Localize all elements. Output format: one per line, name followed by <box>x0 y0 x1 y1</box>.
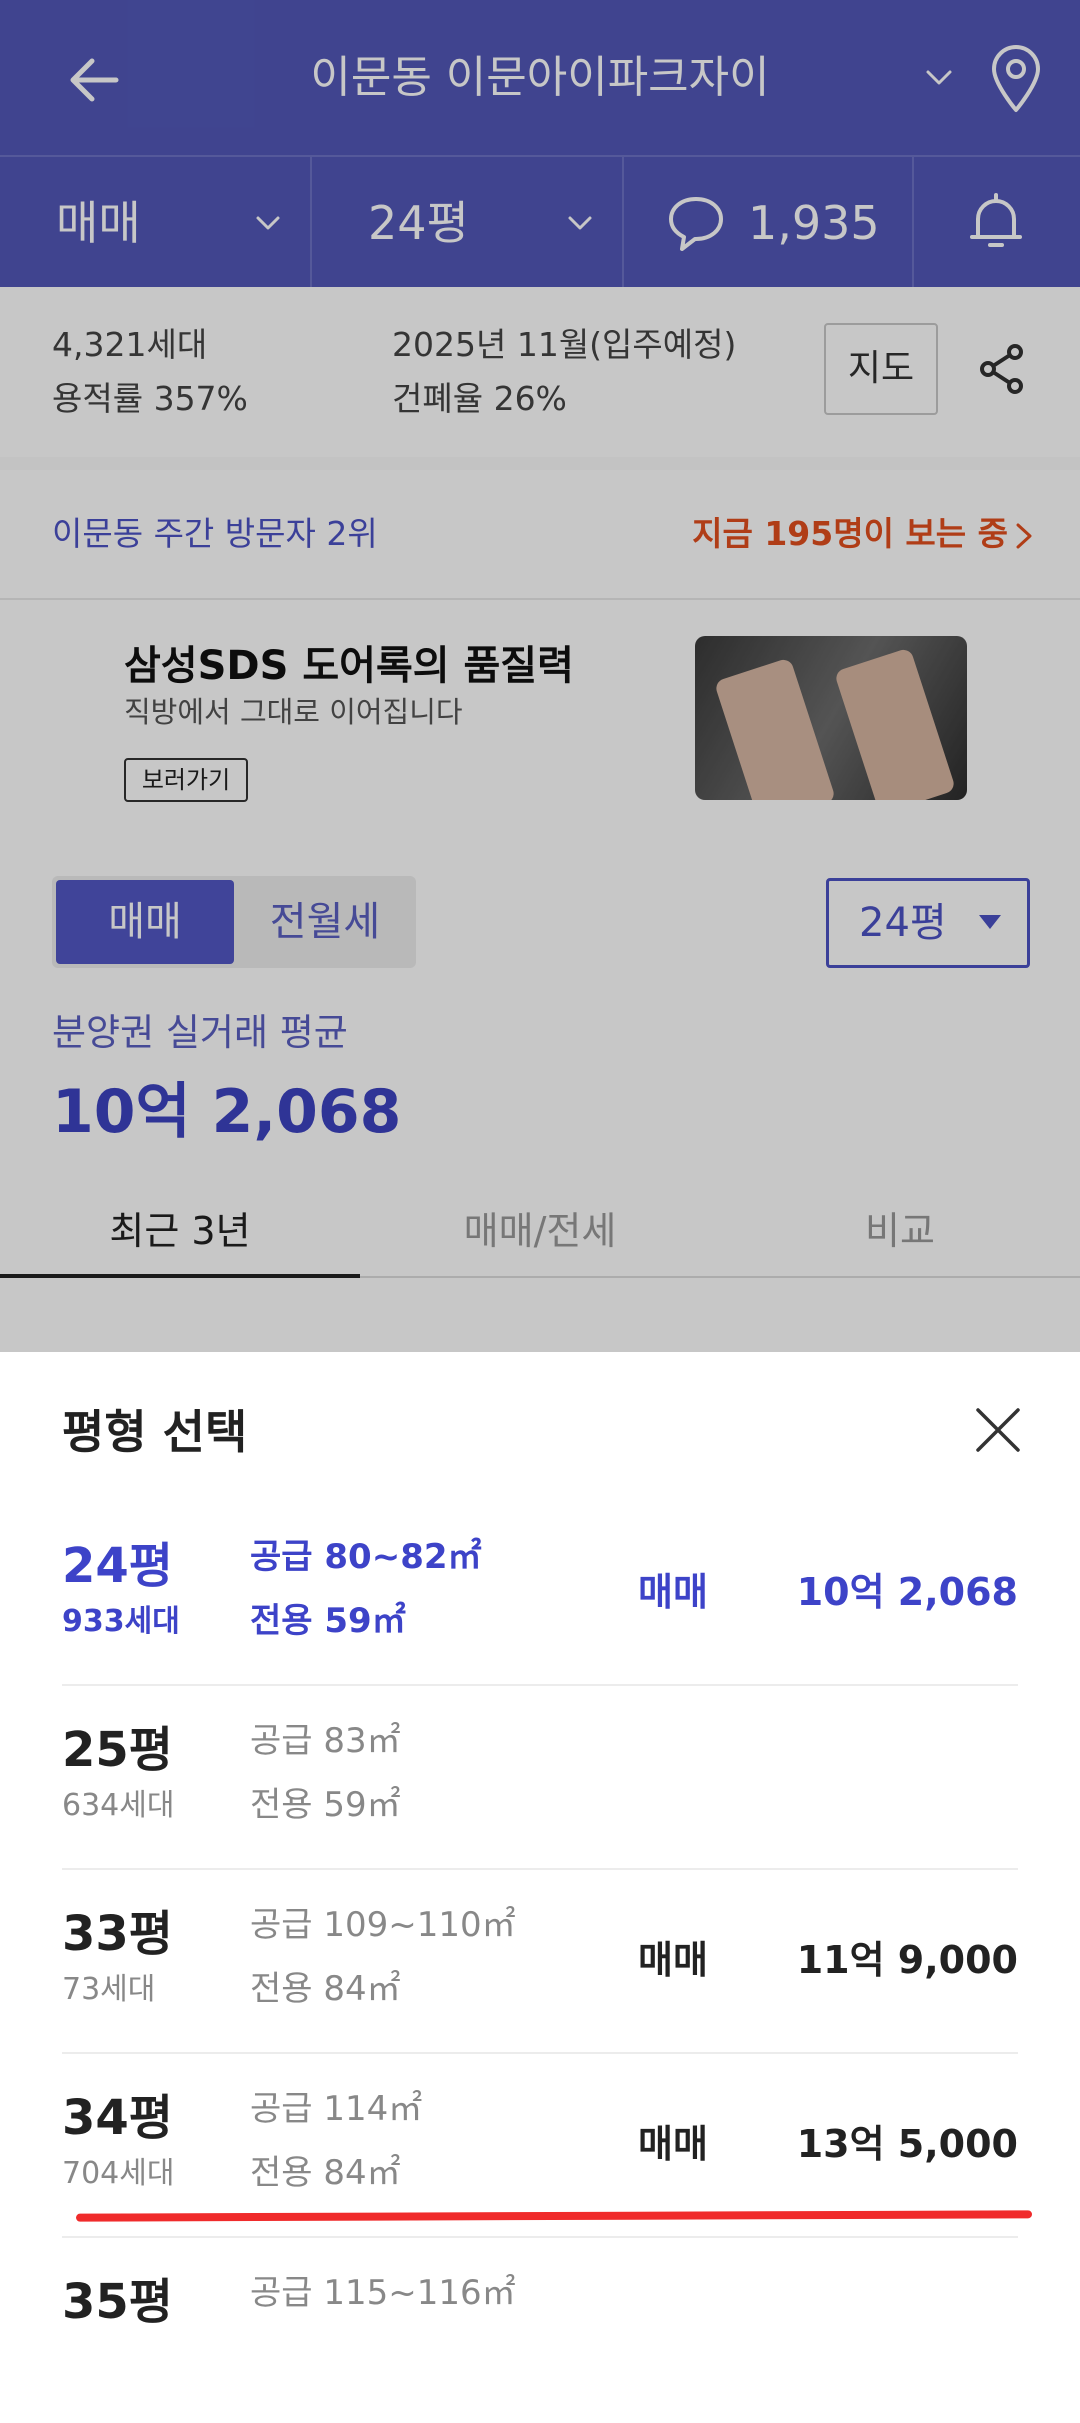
row-pyeong: 34평 <box>62 2090 173 2146</box>
size-row-24[interactable]: 24평 933세대 공급 80~82㎡ 전용 59㎡ 매매 10억 2,068 <box>62 1502 1018 1686</box>
size-row-33[interactable]: 33평 73세대 공급 109~110㎡ 전용 84㎡ 매매 11억 9,000 <box>62 1870 1018 2054</box>
size-list: 24평 933세대 공급 80~82㎡ 전용 59㎡ 매매 10억 2,068 … <box>62 1502 1018 2422</box>
row-supply-area: 공급 80~82㎡ <box>250 1537 482 1577</box>
row-exclusive-area: 전용 84㎡ <box>250 1969 401 2009</box>
apartment-detail-page: 이문동 이문아이파크자이 매매 24평 1,935 4,321세대 용적률 35… <box>0 0 1080 1352</box>
row-pyeong: 24평 <box>62 1538 173 1594</box>
row-households: 704세대 <box>62 2156 175 2191</box>
row-households: 73세대 <box>62 1972 156 2007</box>
row-trade-type: 매매 <box>638 2122 708 2166</box>
row-exclusive-area: 전용 59㎡ <box>250 1785 401 1825</box>
row-supply-area: 공급 109~110㎡ <box>250 1905 516 1945</box>
row-supply-area: 공급 115~116㎡ <box>250 2273 516 2313</box>
row-households: 634세대 <box>62 1788 175 1823</box>
row-pyeong: 35평 <box>62 2274 173 2330</box>
row-price: 11억 9,000 <box>796 1938 1018 1982</box>
modal-backdrop[interactable] <box>0 0 1080 1352</box>
size-row-35[interactable]: 35평 공급 115~116㎡ <box>62 2238 1018 2422</box>
row-exclusive-area: 전용 84㎡ <box>250 2153 401 2193</box>
row-households: 933세대 <box>62 1604 180 1639</box>
row-trade-type: 매매 <box>638 1570 708 1614</box>
row-pyeong: 33평 <box>62 1906 173 1962</box>
row-price: 10억 2,068 <box>796 1570 1018 1614</box>
size-row-25[interactable]: 25평 634세대 공급 83㎡ 전용 59㎡ <box>62 1686 1018 1870</box>
sheet-title: 평형 선택 <box>62 1405 248 1459</box>
row-price: 13억 5,000 <box>796 2122 1018 2166</box>
row-exclusive-area: 전용 59㎡ <box>250 1601 406 1641</box>
row-supply-area: 공급 114㎡ <box>250 2089 423 2129</box>
row-supply-area: 공급 83㎡ <box>250 1721 401 1761</box>
close-icon[interactable] <box>972 1404 1024 1456</box>
row-trade-type: 매매 <box>638 1938 708 1982</box>
size-select-sheet: 평형 선택 24평 933세대 공급 80~82㎡ 전용 59㎡ 매매 10억 … <box>0 1352 1080 2423</box>
row-pyeong: 25평 <box>62 1722 173 1778</box>
